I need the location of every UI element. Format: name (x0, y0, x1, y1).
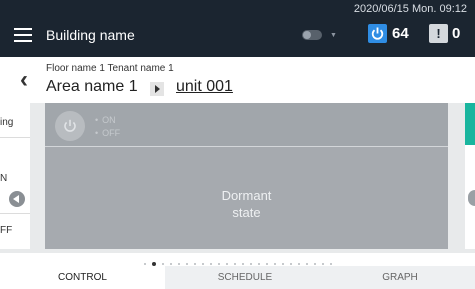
dormant-line-2: state (232, 205, 261, 220)
power-count[interactable]: 64 (392, 25, 409, 42)
warning-icon[interactable]: ! (429, 24, 448, 43)
alert-count[interactable]: 0 (452, 25, 460, 42)
pagination-dot[interactable] (281, 262, 284, 265)
pagination-dot[interactable] (225, 262, 228, 265)
pagination-dot[interactable] (297, 262, 300, 265)
pagination-dot[interactable] (193, 262, 196, 265)
bottom-tab-bar: CONTROL SCHEDULE GRAPH (0, 266, 475, 289)
area-name: Area name 1 (46, 78, 138, 95)
power-icon[interactable] (368, 24, 387, 43)
off-label: OFF (95, 128, 120, 138)
pagination-dot[interactable] (143, 262, 146, 265)
pagination-dot[interactable] (185, 262, 188, 265)
pagination-dot[interactable] (305, 262, 308, 265)
pagination-dot[interactable] (321, 262, 324, 265)
previous-card[interactable]: ing N FF (0, 103, 30, 249)
dropdown-arrow-icon[interactable]: ▼ (330, 32, 337, 39)
play-icon[interactable] (150, 82, 164, 96)
hamburger-icon[interactable] (14, 28, 32, 42)
carousel-prev-icon[interactable] (9, 191, 25, 207)
power-button-icon[interactable] (55, 111, 85, 141)
pagination-dot[interactable] (201, 262, 204, 265)
pagination-dot[interactable] (249, 262, 252, 265)
carousel-next-icon[interactable] (468, 190, 475, 206)
building-name[interactable]: Building name (46, 27, 135, 43)
tab-schedule[interactable]: SCHEDULE (165, 266, 325, 289)
previous-card-text-bottom: FF (0, 225, 13, 236)
warning-symbol: ! (436, 26, 441, 41)
tab-graph[interactable]: GRAPH (325, 266, 475, 289)
dormant-line-1: Dormant (221, 188, 272, 203)
datetime: 2020/06/15 Mon. 09:12 (353, 3, 467, 15)
card-control-strip: ON OFF (45, 103, 448, 147)
pagination-dot[interactable] (329, 262, 332, 265)
pagination-dot[interactable] (161, 262, 164, 265)
pagination-dot[interactable] (217, 262, 220, 265)
pagination-dot[interactable] (233, 262, 236, 265)
next-card-accent (465, 103, 475, 145)
breadcrumb: Floor name 1 Tenant name 1 (46, 63, 174, 74)
divider (0, 213, 30, 214)
previous-card-text-mid: N (0, 173, 8, 184)
pagination-dot[interactable] (209, 262, 212, 265)
unit-card: ON OFF Dormant state (45, 103, 448, 249)
unit-link[interactable]: unit 001 (176, 78, 233, 96)
pagination-dot[interactable] (257, 262, 260, 265)
pagination-dot[interactable] (289, 262, 292, 265)
on-label: ON (95, 115, 116, 125)
pagination-dot[interactable] (177, 262, 180, 265)
chevron-left-icon[interactable]: ‹ (20, 66, 28, 94)
pagination-dot[interactable] (241, 262, 244, 265)
pagination-dot[interactable] (265, 262, 268, 265)
divider (0, 137, 30, 138)
tab-control[interactable]: CONTROL (0, 266, 165, 289)
pagination-dot[interactable] (273, 262, 276, 265)
dormant-state-text: Dormant state (45, 187, 448, 221)
pagination-dot[interactable] (169, 262, 172, 265)
display-toggle[interactable] (302, 30, 322, 40)
previous-card-text-top: ing (0, 117, 14, 128)
pagination-dot[interactable] (313, 262, 316, 265)
top-bar: Building name 2020/06/15 Mon. 09:12 ▼ 64… (0, 0, 475, 57)
